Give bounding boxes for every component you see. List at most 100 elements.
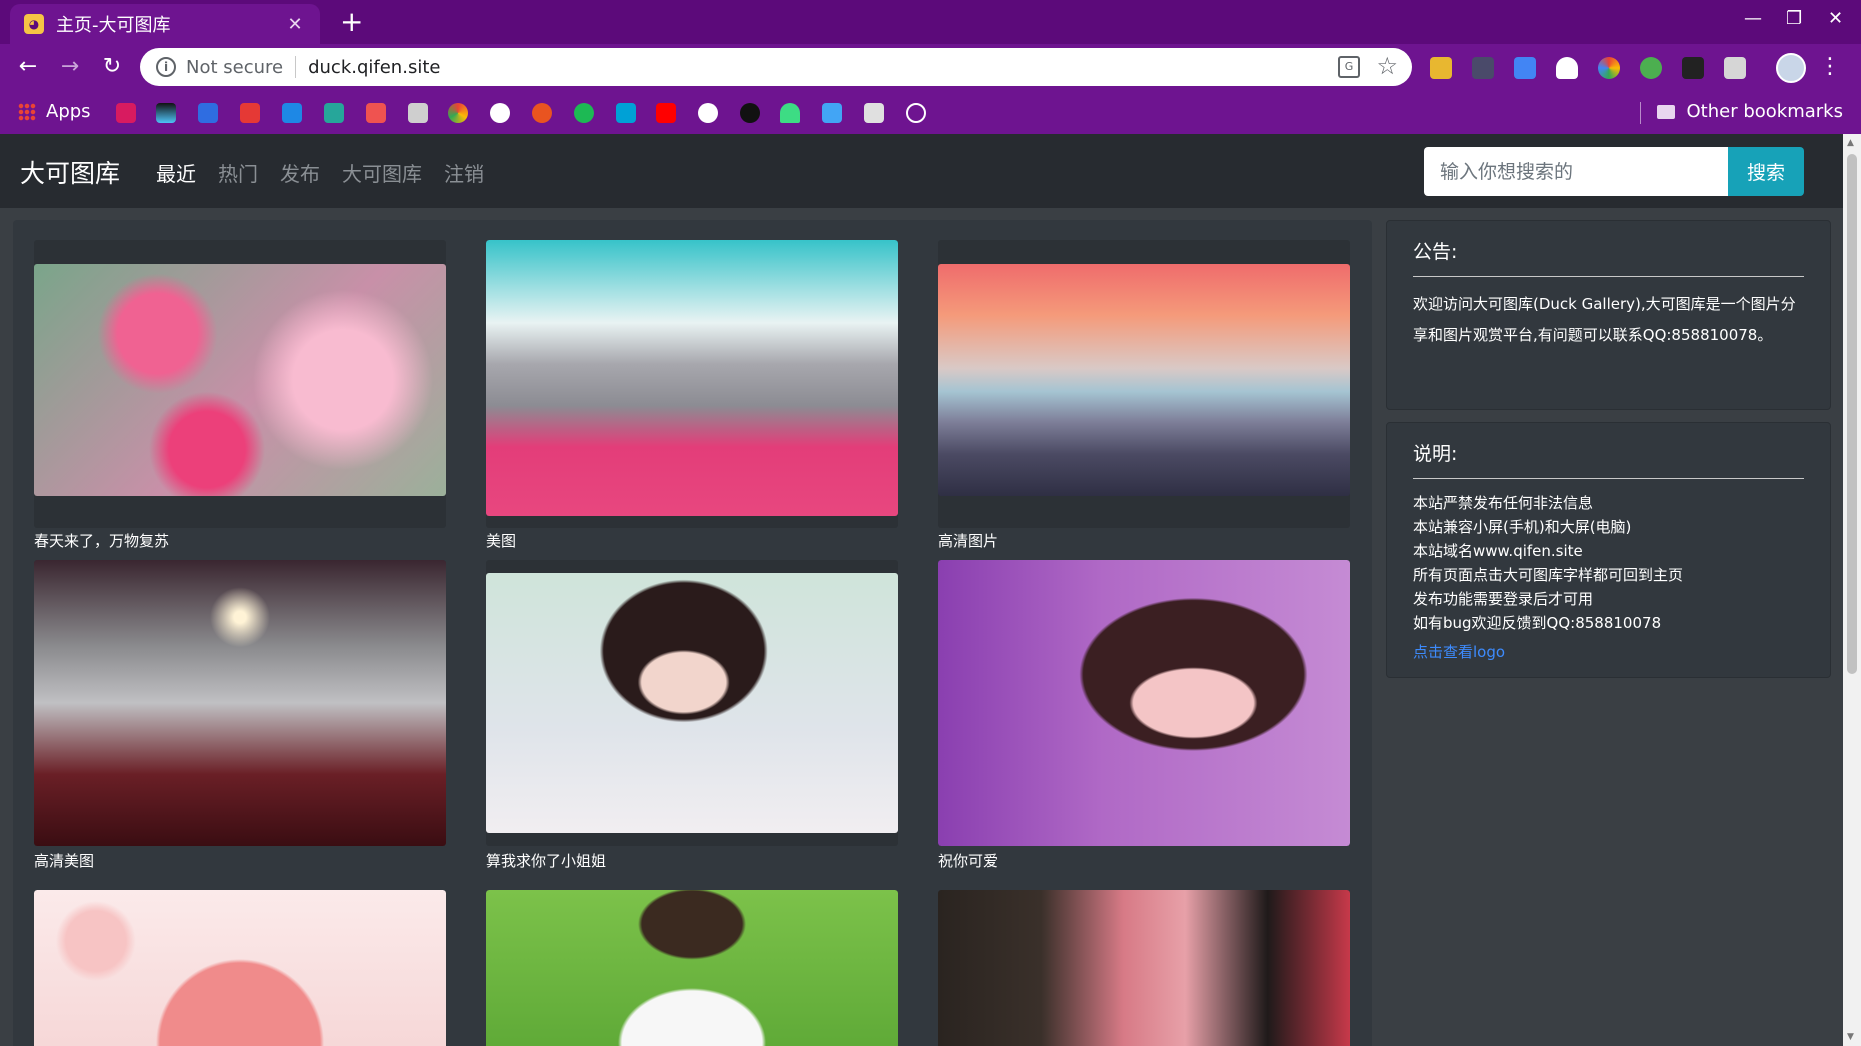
extension-camera-icon[interactable] xyxy=(1724,57,1746,79)
info-line: 本站域名www.qifen.site xyxy=(1413,542,1583,560)
nav-link-publish[interactable]: 发布 xyxy=(280,158,320,187)
extension-check-icon[interactable] xyxy=(1640,57,1662,79)
bookmark-google-icon[interactable] xyxy=(490,103,510,123)
security-label: Not secure xyxy=(186,56,284,78)
gallery-caption[interactable]: 高清美图 xyxy=(34,850,94,871)
gallery-image[interactable] xyxy=(486,573,898,833)
nav-link-gallery[interactable]: 大可图库 xyxy=(342,158,422,187)
bookmark-puzzle-icon[interactable] xyxy=(864,103,884,123)
gallery-caption[interactable]: 高清图片 xyxy=(938,530,998,551)
notice-panel: 公告: 欢迎访问大可图库(Duck Gallery),大可图库是一个图片分享和图… xyxy=(1386,220,1831,410)
bookmark-h-icon[interactable] xyxy=(408,103,428,123)
scroll-down-icon[interactable]: ▼ xyxy=(1847,1032,1854,1042)
address-bar[interactable]: i Not secure duck.qifen.site G ☆ xyxy=(140,48,1412,86)
browser-menu-icon[interactable]: ⋮ xyxy=(1819,54,1841,79)
bookmark-history-icon[interactable] xyxy=(906,103,926,123)
gallery-card[interactable]: 美图 xyxy=(486,240,898,550)
site-navbar: 大可图库 最近 热门 发布 大可图库 注销 搜索 xyxy=(0,134,1843,208)
gallery-card[interactable]: 祝你可爱 xyxy=(938,560,1350,870)
bookmark-youtube-icon[interactable] xyxy=(656,103,676,123)
info-line: 本站兼容小屏(手机)和大屏(电脑) xyxy=(1413,518,1632,536)
nav-link-popular[interactable]: 热门 xyxy=(218,158,258,187)
bookmark-c-icon[interactable] xyxy=(240,103,260,123)
close-window-icon[interactable]: ✕ xyxy=(1828,8,1843,29)
restore-window-icon[interactable]: ❐ xyxy=(1786,8,1802,29)
bookmark-ubuntu-icon[interactable] xyxy=(532,103,552,123)
forward-arrow-icon[interactable]: → xyxy=(56,54,84,79)
extension-glasses-icon[interactable] xyxy=(1682,57,1704,79)
gallery-caption[interactable]: 祝你可爱 xyxy=(938,850,998,871)
profile-avatar[interactable] xyxy=(1776,53,1806,83)
gallery-card[interactable]: 算我求你了小姐姐 xyxy=(486,560,898,870)
gallery-caption[interactable]: 算我求你了小姐姐 xyxy=(486,850,606,871)
extension-color-icon[interactable] xyxy=(1598,57,1620,79)
tab-close-icon[interactable]: ✕ xyxy=(284,14,306,35)
bookmark-layers-icon[interactable] xyxy=(822,103,842,123)
bookmarks-divider xyxy=(1640,102,1641,124)
gallery-caption[interactable]: 美图 xyxy=(486,530,516,551)
bookmark-landscape-icon[interactable] xyxy=(156,103,176,123)
nav-link-logout[interactable]: 注销 xyxy=(444,158,484,187)
gallery-image[interactable] xyxy=(938,560,1350,846)
gallery-image[interactable] xyxy=(34,264,446,496)
nav-link-recent[interactable]: 最近 xyxy=(156,158,196,187)
translate-icon[interactable]: G xyxy=(1338,56,1360,78)
gallery-image[interactable] xyxy=(486,240,898,516)
gallery-caption[interactable]: 春天来了，万物复苏 xyxy=(34,530,169,551)
page-scrollbar[interactable]: ▲ ▼ xyxy=(1843,134,1861,1046)
search-button[interactable]: 搜索 xyxy=(1728,147,1804,196)
new-tab-button[interactable]: + xyxy=(340,8,363,36)
extension-translate-icon[interactable] xyxy=(1514,57,1536,79)
bookmark-github-icon[interactable] xyxy=(740,103,760,123)
site-brand[interactable]: 大可图库 xyxy=(20,154,120,190)
gallery-card[interactable] xyxy=(34,890,446,1046)
gallery-card[interactable] xyxy=(486,890,898,1046)
bookmark-apps[interactable]: Apps xyxy=(18,101,91,122)
other-bookmarks[interactable]: Other bookmarks xyxy=(1656,101,1843,122)
back-arrow-icon[interactable]: ← xyxy=(14,54,42,79)
gallery-panel: 春天来了，万物复苏 美图 高清图片 高清美图 算我求你了小姐姐 祝你可爱 xyxy=(13,220,1372,1046)
gallery-card[interactable]: 高清图片 xyxy=(938,240,1350,550)
bookmark-bilibili-icon[interactable] xyxy=(616,103,636,123)
gallery-image[interactable] xyxy=(34,560,446,846)
info-panel: 说明: 本站严禁发布任何非法信息 本站兼容小屏(手机)和大屏(电脑) 本站域名w… xyxy=(1386,422,1831,678)
bookmark-android-icon[interactable] xyxy=(780,103,800,123)
bookmark-t-icon[interactable] xyxy=(324,103,344,123)
view-logo-link[interactable]: 点击查看logo xyxy=(1413,643,1505,661)
bookmark-y-icon[interactable] xyxy=(116,103,136,123)
bookmark-star-icon[interactable]: ☆ xyxy=(1376,52,1398,80)
tab-title: 主页-大可图库 xyxy=(56,15,171,36)
extension-screen-icon[interactable] xyxy=(1472,57,1494,79)
image-frame xyxy=(34,240,446,528)
info-icon[interactable]: i xyxy=(156,57,176,77)
browser-tab-active[interactable]: ◕ 主页-大可图库 ✕ xyxy=(10,4,320,44)
image-frame xyxy=(34,560,446,846)
extension-pin-icon[interactable] xyxy=(1430,57,1452,79)
browser-tab-strip: ◕ 主页-大可图库 ✕ + — ❐ ✕ xyxy=(0,0,1861,44)
bookmark-spotify-icon[interactable] xyxy=(574,103,594,123)
bookmark-stripes-icon[interactable] xyxy=(366,103,386,123)
site-favicon-icon: ◕ xyxy=(24,14,44,34)
url-text: duck.qifen.site xyxy=(308,56,441,78)
scrollbar-thumb[interactable] xyxy=(1847,154,1857,674)
info-title: 说明: xyxy=(1413,439,1804,479)
scroll-up-icon[interactable]: ▲ xyxy=(1847,138,1854,148)
gallery-card[interactable]: 春天来了，万物复苏 xyxy=(34,240,446,550)
gallery-image[interactable] xyxy=(34,890,446,1046)
gallery-image[interactable] xyxy=(938,264,1350,496)
gallery-card[interactable]: 高清美图 xyxy=(34,560,446,870)
reload-icon[interactable]: ↻ xyxy=(98,54,126,79)
apps-label: Apps xyxy=(46,101,91,122)
bookmark-chrome-icon[interactable] xyxy=(448,103,468,123)
bookmark-note-icon[interactable] xyxy=(282,103,302,123)
minimize-window-icon[interactable]: — xyxy=(1744,8,1762,29)
gallery-card[interactable] xyxy=(938,890,1350,1046)
bookmark-baidu-icon[interactable] xyxy=(198,103,218,123)
bookmarks-bar: Apps Other bookmarks xyxy=(0,92,1861,134)
folder-icon xyxy=(1656,104,1675,119)
gallery-image[interactable] xyxy=(486,890,898,1046)
extension-shield-icon[interactable] xyxy=(1556,57,1578,79)
gallery-image[interactable] xyxy=(938,890,1350,1046)
bookmark-pen-icon[interactable] xyxy=(698,103,718,123)
search-input[interactable] xyxy=(1424,147,1728,196)
